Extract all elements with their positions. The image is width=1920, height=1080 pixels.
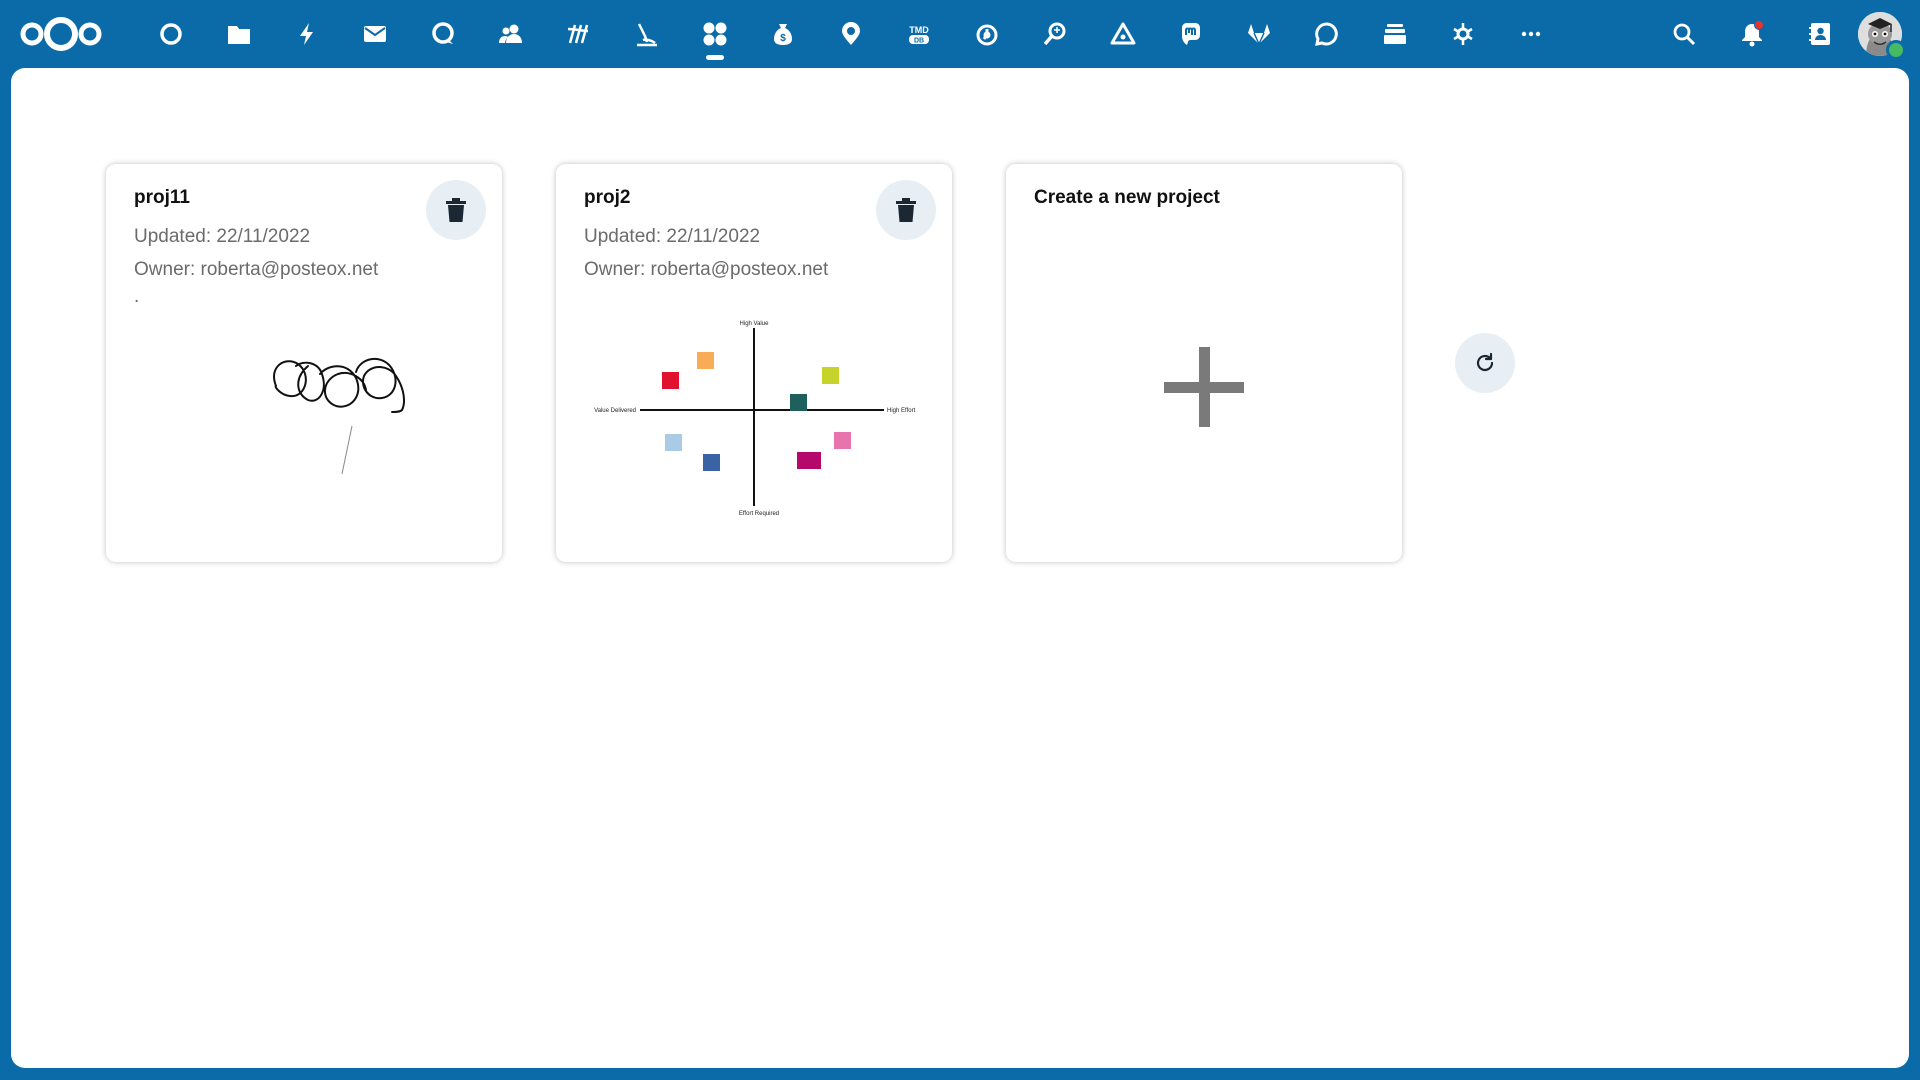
- tmdb-icon[interactable]: TMD DB: [885, 0, 953, 68]
- project-owner: Owner: roberta@posteox.net: [584, 259, 829, 280]
- matrix-label-bottom: Effort Required: [739, 511, 779, 517]
- trash-icon: [896, 198, 916, 222]
- top-header: $ TMD DB: [0, 0, 1920, 68]
- svg-text:TMD: TMD: [909, 25, 929, 35]
- contacts-menu-icon[interactable]: [1786, 0, 1854, 68]
- refresh-button[interactable]: [1455, 333, 1515, 393]
- mail-icon[interactable]: [341, 0, 409, 68]
- find-icon[interactable]: [1021, 0, 1089, 68]
- contacts-icon[interactable]: [477, 0, 545, 68]
- matrix-label-left: Value Delivered: [594, 408, 636, 414]
- maps-icon[interactable]: [817, 0, 885, 68]
- sticky-note: [665, 434, 682, 451]
- online-status-icon: [1886, 40, 1906, 60]
- matrix-label-top: High Value: [740, 321, 770, 327]
- files-icon[interactable]: [205, 0, 273, 68]
- sticky-note: [662, 372, 679, 389]
- sticky-note: [822, 367, 839, 384]
- bookmarks-icon[interactable]: [613, 0, 681, 68]
- matrix-label-right: High Effort: [887, 408, 916, 414]
- tweak-icon[interactable]: [1429, 0, 1497, 68]
- create-project-button[interactable]: [1006, 164, 1402, 562]
- activity-icon[interactable]: [273, 0, 341, 68]
- sticky-note: [797, 452, 821, 469]
- project-title: proj2: [584, 187, 631, 208]
- gitlab-icon[interactable]: [1225, 0, 1293, 68]
- project-extra: .: [134, 286, 140, 307]
- project-card[interactable]: proj11 Updated: 22/11/2022 Owner: robert…: [106, 164, 502, 562]
- whiteboard-icon[interactable]: [681, 0, 749, 68]
- timer-icon[interactable]: [953, 0, 1021, 68]
- header-right: [1650, 0, 1920, 68]
- refresh-icon: [1476, 352, 1494, 372]
- project-card[interactable]: proj2 Updated: 22/11/2022 Owner: roberta…: [556, 164, 952, 562]
- sticky-note: [697, 352, 714, 369]
- nextcloud-logo-icon[interactable]: [18, 14, 104, 54]
- svg-text:$: $: [780, 33, 786, 44]
- search-icon[interactable]: [1650, 0, 1718, 68]
- project-title: proj11: [134, 187, 190, 208]
- notification-dot: [1754, 20, 1764, 30]
- delete-project-button[interactable]: [426, 180, 486, 240]
- deck-icon[interactable]: [1361, 0, 1429, 68]
- sticky-note: [834, 432, 851, 449]
- project-preview-matrix: High Value Value Delivered High Effort E…: [594, 321, 916, 517]
- more-apps-icon[interactable]: [1497, 0, 1565, 68]
- user-avatar[interactable]: [1858, 12, 1906, 60]
- news-icon[interactable]: [545, 0, 613, 68]
- plus-icon: [1164, 347, 1244, 427]
- notifications-bell-icon[interactable]: [1718, 0, 1786, 68]
- trash-icon: [446, 198, 466, 222]
- chat-icon[interactable]: [1293, 0, 1361, 68]
- sticky-note: [703, 454, 720, 471]
- project-updated: Updated: 22/11/2022: [584, 226, 761, 247]
- project-preview-drawing: [273, 357, 405, 475]
- svg-text:DB: DB: [914, 38, 924, 45]
- main-content: proj11 Updated: 22/11/2022 Owner: robert…: [11, 68, 1909, 1068]
- project-owner: Owner: roberta@posteox.net: [134, 259, 379, 280]
- project-updated: Updated: 22/11/2022: [134, 226, 311, 247]
- cospend-icon[interactable]: $: [749, 0, 817, 68]
- mastodon-icon[interactable]: [1157, 0, 1225, 68]
- triangle-app-icon[interactable]: [1089, 0, 1157, 68]
- create-project-card[interactable]: Create a new project: [1006, 164, 1402, 562]
- sticky-note: [790, 394, 807, 411]
- delete-project-button[interactable]: [876, 180, 936, 240]
- app-menu: $ TMD DB: [137, 0, 1565, 68]
- talk-icon[interactable]: [409, 0, 477, 68]
- dashboard-icon[interactable]: [137, 0, 205, 68]
